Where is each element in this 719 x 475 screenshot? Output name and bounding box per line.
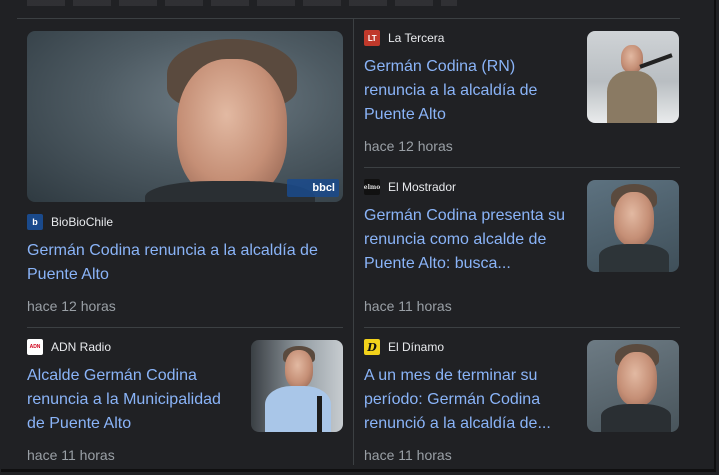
story-timestamp: hace 12 horas (364, 138, 453, 154)
divider (364, 327, 680, 328)
microphone-icon (317, 396, 322, 432)
story-timestamp: hace 11 horas (27, 447, 115, 463)
microphone-icon (639, 53, 673, 69)
photo-shirt (599, 244, 669, 272)
el-dinamo-logo-icon: D (364, 339, 380, 355)
story-title-link[interactable]: A un mes de terminar su período: Germán … (364, 364, 569, 436)
story-timestamp: hace 11 horas (364, 298, 452, 314)
source-name: El Mostrador (388, 180, 457, 194)
story-image-la-tercera[interactable] (587, 31, 679, 123)
biobiochile-logo-icon: b (27, 214, 43, 230)
photo-shirt (607, 71, 657, 123)
divider (17, 18, 680, 19)
story-title-link[interactable]: Alcalde Germán Codina renuncia a la Muni… (27, 364, 237, 436)
source-name: BioBioChile (51, 215, 114, 229)
source-row: D El Dínamo (364, 339, 444, 355)
story-title-link[interactable]: Germán Codina renuncia a la alcaldía de … (27, 239, 337, 287)
story-image-biobiochile[interactable]: bbcl (27, 31, 343, 202)
adn-radio-logo-icon: ADN (27, 339, 43, 355)
story-image-el-dinamo[interactable] (587, 340, 679, 432)
photo-face (614, 192, 654, 246)
story-image-el-mostrador[interactable] (587, 180, 679, 272)
story-title-link[interactable]: Germán Codina (RN) renuncia a la alcaldí… (364, 55, 564, 127)
photo-shirt (601, 404, 671, 432)
divider (27, 327, 343, 328)
story-timestamp: hace 12 horas (27, 298, 116, 314)
la-tercera-logo-icon: LT (364, 30, 380, 46)
column-divider (353, 18, 354, 465)
story-title-link[interactable]: Germán Codina presenta su renuncia como … (364, 204, 574, 276)
photo-face (617, 352, 657, 406)
story-timestamp: hace 11 horas (364, 447, 452, 463)
source-row: b BioBioChile (27, 214, 113, 230)
source-name: La Tercera (388, 31, 445, 45)
source-row: LT La Tercera (364, 30, 444, 46)
bbcl-watermark: bbcl (287, 179, 339, 197)
source-row: elmo El Mostrador (364, 179, 456, 195)
story-image-adn-radio[interactable] (251, 340, 343, 432)
photo-face (285, 350, 313, 388)
photo-face (621, 45, 643, 73)
source-row: ADN ADN Radio (27, 339, 111, 355)
source-name: El Dínamo (388, 340, 445, 354)
source-name: ADN Radio (51, 340, 112, 354)
divider (364, 167, 680, 168)
el-mostrador-logo-icon: elmo (364, 179, 380, 195)
cut-off-header (27, 0, 457, 6)
photo-face (177, 59, 287, 199)
